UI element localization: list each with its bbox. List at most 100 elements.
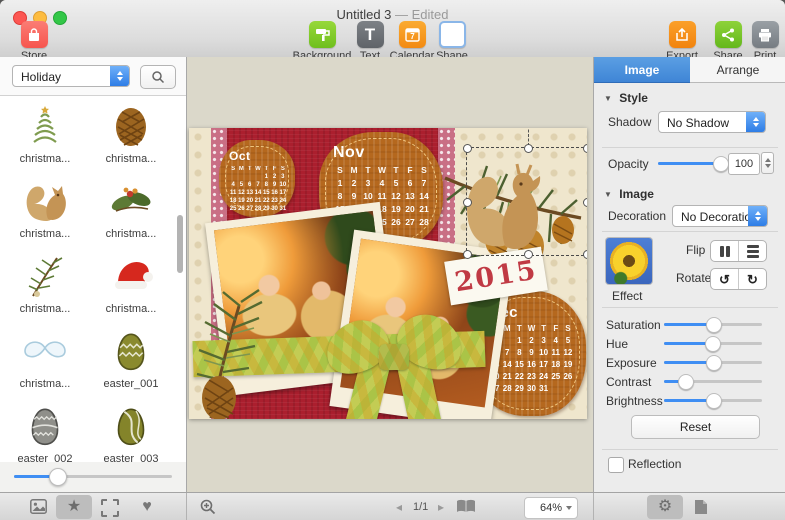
slider-thumb[interactable] <box>705 336 722 352</box>
zoom-level-select[interactable]: 64% <box>524 497 578 519</box>
clipart-item[interactable]: easter_001 <box>88 322 174 397</box>
separator <box>602 449 778 450</box>
next-page-button[interactable]: ▸ <box>438 493 444 520</box>
hue-label: Hue <box>606 337 629 351</box>
reset-button[interactable]: Reset <box>631 415 760 439</box>
resize-handle-ne[interactable] <box>583 144 587 153</box>
store-button[interactable]: Store <box>4 21 64 62</box>
hue-slider[interactable] <box>664 336 762 352</box>
brightness-label: Brightness <box>606 394 663 408</box>
heart-icon: ♥ <box>142 498 152 515</box>
clipart-label: christma... <box>105 303 157 315</box>
clipart-item[interactable]: christma... <box>2 247 88 322</box>
design-page[interactable]: Oct S M T W T F S 1 2 3 4 5 6 7 8 9 10 11 12 13 14 15 16 17 18 19… <box>189 128 587 419</box>
saturation-slider[interactable] <box>664 317 762 333</box>
clipart-item[interactable]: christma... <box>2 172 88 247</box>
book-view-button[interactable] <box>456 499 476 520</box>
tab-image[interactable]: Image <box>594 57 690 83</box>
flip-horizontal-button[interactable] <box>711 241 738 261</box>
selection-box[interactable] <box>463 128 587 259</box>
divider <box>593 493 594 520</box>
shape-button[interactable]: Shape <box>420 21 484 62</box>
clipart-grid: christma... christma... christma... chri… <box>2 97 174 463</box>
resize-handle-e[interactable] <box>583 197 587 207</box>
clipart-item[interactable]: christma... <box>2 322 88 397</box>
slider-thumb[interactable] <box>713 156 729 172</box>
category-select[interactable]: Holiday <box>12 65 130 87</box>
year-text: 2015 <box>452 254 540 298</box>
print-icon <box>751 21 779 48</box>
clipart-item[interactable]: christma... <box>88 247 174 322</box>
slider-thumb[interactable] <box>48 468 67 486</box>
calendar-october[interactable]: Oct S M T W T F S 1 2 3 4 5 6 7 8 9 10 11 12 13 14 15 16 17 18 19… <box>219 140 295 217</box>
pages-panel-button[interactable] <box>694 499 708 520</box>
clipart-item[interactable]: christma... <box>2 97 88 172</box>
favorites-tab-button[interactable]: ♥ <box>137 495 157 519</box>
squirrel-icon <box>2 176 88 226</box>
chevron-down-icon <box>566 506 572 510</box>
slider-thumb[interactable] <box>677 374 694 390</box>
rotate-left-button[interactable]: ↺ <box>711 269 738 289</box>
resize-handle-w[interactable] <box>463 197 472 207</box>
clipart-item[interactable]: christma... <box>88 97 174 172</box>
pine-branch-sticker[interactable] <box>189 276 285 419</box>
clipart-item[interactable]: easter_003 <box>88 397 174 463</box>
picture-icon <box>30 499 47 514</box>
book-icon <box>457 499 475 512</box>
image-section-header[interactable]: ▼ Image <box>604 187 654 201</box>
opacity-field[interactable]: 100 <box>728 153 760 175</box>
clipart-item[interactable]: easter_002 <box>2 397 88 463</box>
flip-vertical-button[interactable] <box>738 241 766 261</box>
clipart-tab-button[interactable]: ★ <box>56 495 92 519</box>
sidebar-scrollbar[interactable] <box>177 215 183 273</box>
clipart-item[interactable]: christma... <box>88 172 174 247</box>
slider-thumb[interactable] <box>706 393 722 409</box>
opacity-stepper[interactable] <box>761 152 774 174</box>
christmas-tree-icon <box>2 101 88 151</box>
flip-horizontal-icon <box>719 245 731 257</box>
zoom-tool-button[interactable] <box>200 499 216 520</box>
ribbon-bow[interactable] <box>317 304 470 419</box>
separator <box>602 231 778 232</box>
frames-tab-button[interactable] <box>101 499 119 517</box>
resize-handle-se[interactable] <box>583 250 587 259</box>
category-value: Holiday <box>21 70 62 84</box>
rotate-right-button[interactable]: ↻ <box>738 269 766 289</box>
month-title: Nov <box>333 144 365 161</box>
slider-thumb[interactable] <box>706 317 722 333</box>
month-title: Oct <box>229 149 251 163</box>
photos-tab-button[interactable] <box>30 499 47 519</box>
design-canvas[interactable]: Oct S M T W T F S 1 2 3 4 5 6 7 8 9 10 11 12 13 14 15 16 17 18 19… <box>187 57 593 492</box>
rotate-label: Rotate <box>676 271 712 285</box>
select-stepper-icon <box>748 206 767 226</box>
flip-vertical-icon <box>746 244 759 259</box>
tab-arrange[interactable]: Arrange <box>690 57 785 83</box>
exposure-slider[interactable] <box>664 355 762 371</box>
brightness-slider[interactable] <box>664 393 762 409</box>
search-icon <box>152 71 165 84</box>
thumbnail-size-slider[interactable] <box>14 468 172 486</box>
decoration-select[interactable]: No Decoration <box>672 205 768 227</box>
saturation-label: Saturation <box>606 318 661 332</box>
page-icon <box>695 500 707 514</box>
print-button[interactable]: Print <box>733 21 785 62</box>
star-icon: ★ <box>66 498 82 515</box>
style-section-header[interactable]: ▼ Style <box>604 91 648 105</box>
contrast-slider[interactable] <box>664 374 762 390</box>
shadow-select[interactable]: No Shadow <box>658 111 766 133</box>
resize-handle-sw[interactable] <box>463 250 472 259</box>
status-bar: ★ ♥ ◂ 1/1 ▸ 64% ⚙ <box>0 492 785 520</box>
reflection-checkbox[interactable] <box>608 457 624 473</box>
mustache-icon <box>2 326 88 376</box>
resize-handle-nw[interactable] <box>463 144 472 153</box>
easter-egg-icon <box>88 401 174 451</box>
effect-thumbnail[interactable] <box>606 238 652 284</box>
slider-thumb[interactable] <box>706 355 722 371</box>
opacity-slider[interactable] <box>658 156 729 172</box>
resize-handle-s[interactable] <box>523 250 533 259</box>
search-button[interactable] <box>140 65 176 89</box>
clipart-label: christma... <box>105 153 157 165</box>
inspector-toggle-button[interactable]: ⚙ <box>647 495 683 519</box>
resize-handle-n[interactable] <box>523 144 533 153</box>
previous-page-button[interactable]: ◂ <box>396 493 402 520</box>
